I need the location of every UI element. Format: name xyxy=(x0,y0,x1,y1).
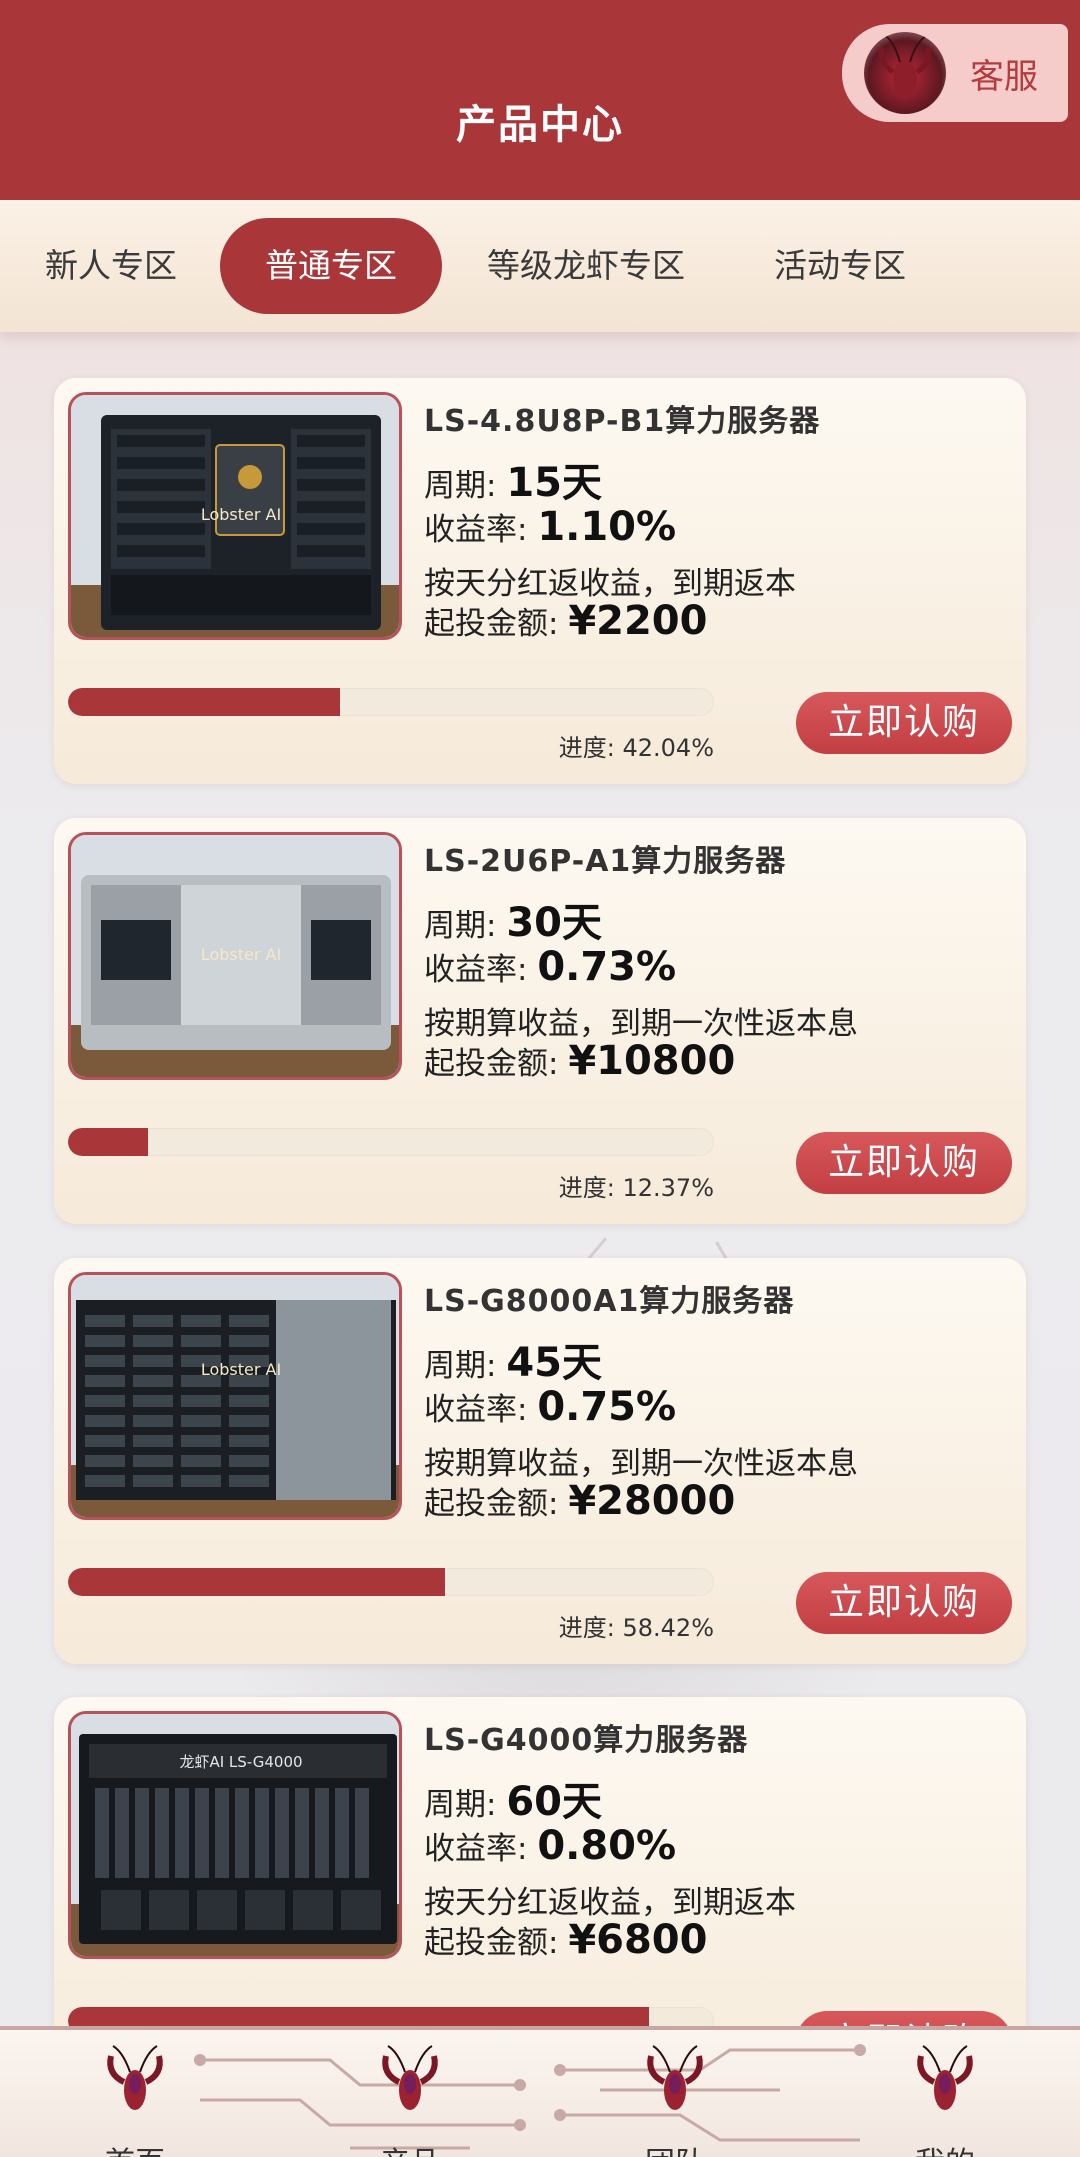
yield-label: 收益率: xyxy=(424,1392,538,1428)
min-invest-row: 起投金额: ¥2200 xyxy=(424,598,707,644)
min-invest-value: ¥2200 xyxy=(568,598,708,644)
period-row: 周期: 45天 xyxy=(424,1330,602,1388)
server-brand-text: Lobster AI xyxy=(201,945,281,964)
bottom-navigation: 首页 产品 团队 xyxy=(0,2026,1080,2157)
period-row: 周期: 15天 xyxy=(424,450,602,508)
progress-value: 42.04% xyxy=(622,734,714,762)
lobster-icon xyxy=(905,2044,985,2124)
lobster-avatar-icon xyxy=(864,32,946,114)
min-invest-label: 起投金额: xyxy=(424,1046,569,1082)
period-label: 周期: xyxy=(424,1348,507,1384)
progress-text: 进度: 58.42% xyxy=(559,1608,714,1643)
nav-label: 团队 xyxy=(605,2138,745,2157)
tab-newcomer[interactable]: 新人专区 xyxy=(26,218,196,314)
yield-value: 1.10% xyxy=(537,504,677,550)
app-header: 产品中心 客服 xyxy=(0,0,1080,200)
min-invest-label: 起投金额: xyxy=(424,606,569,642)
tab-activity[interactable]: 活动专区 xyxy=(755,218,925,314)
payout-method: 按天分红返收益，到期返本 xyxy=(424,1885,796,1921)
progress-label: 进度: xyxy=(558,734,623,762)
lobster-icon xyxy=(95,2044,175,2124)
product-card[interactable]: Lobster AI LS-G8000A1算力服务器 周期: 45天 收益率: … xyxy=(54,1258,1026,1664)
period-value: 60天 xyxy=(506,1779,602,1825)
period-label: 周期: xyxy=(424,468,507,504)
progress-label: 进度: xyxy=(558,1614,623,1642)
server-brand-text: 龙虾AI LS-G4000 xyxy=(179,1753,302,1771)
customer-service-label: 客服 xyxy=(970,56,1038,97)
tab-lobster-level[interactable]: 等级龙虾专区 xyxy=(470,218,702,314)
product-image: Lobster AI xyxy=(68,1272,402,1520)
nav-label: 首页 xyxy=(65,2138,205,2157)
server-brand-text: Lobster AI xyxy=(201,505,281,524)
nav-item[interactable]: 产品 xyxy=(340,2044,480,2157)
progress-text: 进度: 42.04% xyxy=(559,728,714,763)
nav-item[interactable]: 首页 xyxy=(65,2044,205,2157)
nav-item[interactable]: 我的 xyxy=(875,2044,1015,2157)
server-brand-text: Lobster AI xyxy=(201,1360,281,1379)
yield-label: 收益率: xyxy=(424,512,538,548)
yield-label: 收益率: xyxy=(424,952,538,988)
min-invest-label: 起投金额: xyxy=(424,1486,569,1522)
payout-method: 按天分红返收益，到期返本 xyxy=(424,566,796,602)
progress-fill xyxy=(68,1128,148,1156)
lobster-icon xyxy=(370,2044,450,2124)
buy-now-button[interactable]: 立即认购 xyxy=(796,1132,1012,1194)
period-row: 周期: 30天 xyxy=(424,890,602,948)
min-invest-row: 起投金额: ¥10800 xyxy=(424,1038,735,1084)
progress-value: 12.37% xyxy=(622,1174,714,1202)
progress-bar xyxy=(68,1568,714,1596)
progress-bar xyxy=(68,1128,714,1156)
period-row: 周期: 60天 xyxy=(424,1769,602,1827)
product-card[interactable]: Lobster AI LS-2U6P-A1算力服务器 周期: 30天 收益率: … xyxy=(54,818,1026,1224)
period-value: 30天 xyxy=(506,900,602,946)
yield-row: 收益率: 1.10% xyxy=(424,504,676,550)
yield-value: 0.73% xyxy=(537,944,677,990)
buy-now-button[interactable]: 立即认购 xyxy=(796,1572,1012,1634)
product-image: 龙虾AI LS-G4000 xyxy=(68,1711,402,1959)
progress-text: 进度: 12.37% xyxy=(559,1168,714,1203)
payout-method: 按期算收益，到期一次性返本息 xyxy=(424,1006,858,1042)
min-invest-value: ¥28000 xyxy=(568,1478,736,1524)
tab-regular[interactable]: 普通专区 xyxy=(220,218,442,314)
period-label: 周期: xyxy=(424,908,507,944)
min-invest-label: 起投金额: xyxy=(424,1925,569,1961)
product-image: Lobster AI xyxy=(68,832,402,1080)
yield-value: 0.75% xyxy=(537,1384,677,1430)
min-invest-value: ¥10800 xyxy=(568,1038,736,1084)
period-value: 15天 xyxy=(506,460,602,506)
nav-label: 我的 xyxy=(875,2138,1015,2157)
buy-now-button[interactable]: 立即认购 xyxy=(796,692,1012,754)
progress-fill xyxy=(68,688,340,716)
product-image: Lobster AI xyxy=(68,392,402,640)
category-tabs: 新人专区 普通专区 等级龙虾专区 活动专区 xyxy=(0,200,1080,332)
min-invest-row: 起投金额: ¥6800 xyxy=(424,1917,707,1963)
yield-row: 收益率: 0.75% xyxy=(424,1384,676,1430)
period-value: 45天 xyxy=(506,1340,602,1386)
progress-bar xyxy=(68,688,714,716)
customer-service-button[interactable]: 客服 xyxy=(842,24,1068,122)
yield-label: 收益率: xyxy=(424,1831,538,1867)
yield-row: 收益率: 0.80% xyxy=(424,1823,676,1869)
product-name: LS-4.8U8P-B1算力服务器 xyxy=(424,404,821,439)
yield-row: 收益率: 0.73% xyxy=(424,944,676,990)
product-name: LS-G4000算力服务器 xyxy=(424,1723,749,1758)
period-label: 周期: xyxy=(424,1787,507,1823)
min-invest-row: 起投金额: ¥28000 xyxy=(424,1478,735,1524)
product-name: LS-2U6P-A1算力服务器 xyxy=(424,844,787,879)
product-name: LS-G8000A1算力服务器 xyxy=(424,1284,795,1319)
nav-label: 产品 xyxy=(340,2138,480,2157)
payout-method: 按期算收益，到期一次性返本息 xyxy=(424,1446,858,1482)
progress-fill xyxy=(68,1568,446,1596)
product-card[interactable]: Lobster AI LS-4.8U8P-B1算力服务器 周期: 15天 收益率… xyxy=(54,378,1026,784)
yield-value: 0.80% xyxy=(537,1823,677,1869)
min-invest-value: ¥6800 xyxy=(568,1917,708,1963)
nav-item[interactable]: 团队 xyxy=(605,2044,745,2157)
lobster-icon xyxy=(635,2044,715,2124)
progress-label: 进度: xyxy=(558,1174,623,1202)
progress-value: 58.42% xyxy=(622,1614,714,1642)
